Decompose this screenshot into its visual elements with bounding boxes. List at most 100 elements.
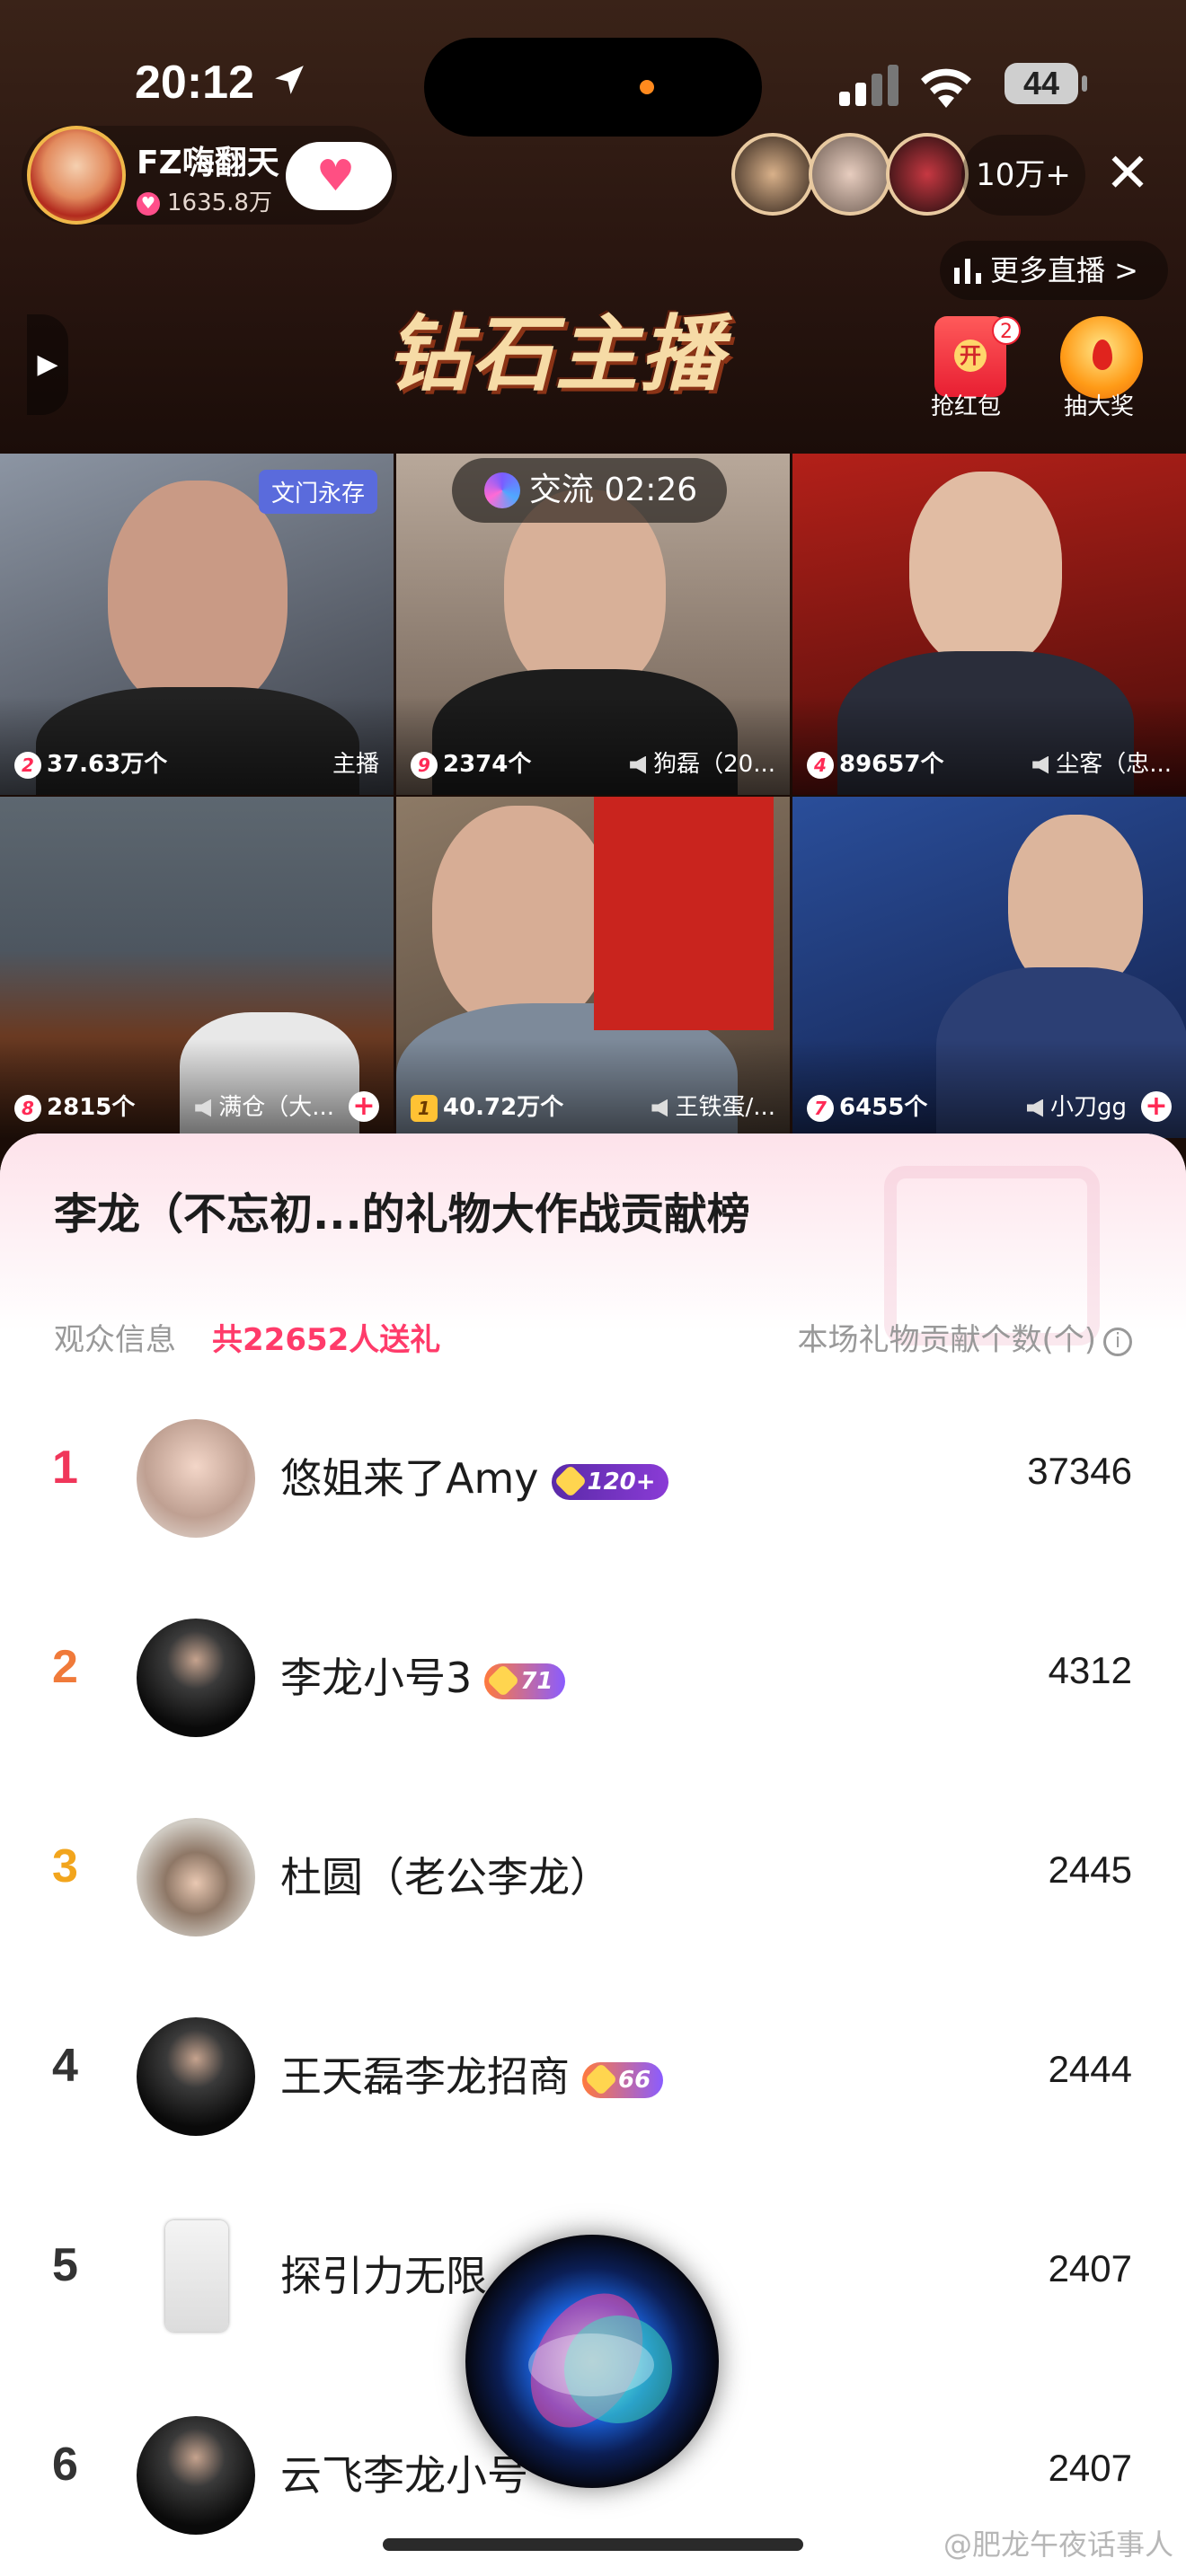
location-arrow-icon xyxy=(275,66,304,94)
more-live-label: 更多直播 > xyxy=(990,253,1138,287)
avatar[interactable] xyxy=(137,2416,255,2535)
battery-tip xyxy=(1082,75,1087,92)
rank-number: 2 xyxy=(52,1641,78,1693)
bar-chart-icon xyxy=(954,259,981,284)
gift-count: 2445 xyxy=(1048,1848,1132,1891)
mute-speaker-icon xyxy=(195,1098,212,1117)
tile-count: 40.72万个 xyxy=(443,1094,564,1121)
lottery-label[interactable]: 抽大奖 xyxy=(1064,388,1134,421)
audience-gift-count: 共22652人送礼 xyxy=(212,1322,441,1358)
heart-icon: ♥ xyxy=(137,191,160,216)
lottery-drop xyxy=(1093,340,1112,370)
list-item[interactable]: 3 杜圆（老公李龙） 2445 xyxy=(0,1802,1186,1945)
host-name: FZ嗨翻天 xyxy=(137,145,279,181)
tile-rank: 2 xyxy=(14,752,41,779)
user-name: 云飞李龙小号 xyxy=(280,2443,528,2502)
home-indicator[interactable] xyxy=(383,2538,803,2551)
watermark: @肥龙午夜话事人 xyxy=(943,2527,1173,2562)
info-icon[interactable]: i xyxy=(1103,1327,1132,1356)
dynamic-island xyxy=(424,38,762,137)
expand-play-icon[interactable]: ▶ xyxy=(27,314,68,415)
rank-number: 1 xyxy=(52,1442,78,1494)
user-name: 悠姐来了Amy 120+ xyxy=(280,1446,668,1505)
tile-host-label: 主播 xyxy=(332,751,379,778)
viewer-avatar[interactable] xyxy=(886,133,969,216)
viewer-avatar[interactable] xyxy=(809,133,891,216)
host-fans: ♥ 1635.8万 xyxy=(137,184,272,217)
rank-number: 3 xyxy=(52,1840,78,1892)
rank-number: 6 xyxy=(52,2439,78,2491)
tile-stats: 9 2374个 xyxy=(411,745,531,779)
tile-guest: 满仓（大... xyxy=(195,1089,334,1122)
level-badge: 71 xyxy=(484,1663,566,1699)
user-name: 王天磊李龙招商 66 xyxy=(280,2044,664,2104)
avatar[interactable] xyxy=(137,2017,255,2136)
user-name-text: 李龙小号3 xyxy=(280,1654,473,1702)
gift-count: 2444 xyxy=(1048,2048,1132,2090)
close-icon[interactable]: ✕ xyxy=(1098,144,1157,203)
tile-count: 2815个 xyxy=(47,1094,136,1121)
pk-timer: 交流 02:26 xyxy=(452,458,727,523)
tile-stats: 2 37.63万个 xyxy=(14,745,167,779)
gift-count: 4312 xyxy=(1048,1649,1132,1691)
host-tile-3[interactable]: 4 89657个 尘客（忠... xyxy=(792,454,1186,795)
avatar[interactable] xyxy=(137,1619,255,1737)
tile-stats: 7 6455个 xyxy=(807,1089,927,1122)
avatar[interactable] xyxy=(137,1419,255,1538)
contribution-header: 本场礼物贡献个数(个) i xyxy=(797,1315,1132,1359)
mute-speaker-icon xyxy=(651,1098,668,1117)
host-tile-1[interactable]: 文门永存 2 37.63万个 主播 xyxy=(0,454,394,795)
tile-person xyxy=(108,481,288,714)
red-packet-open: 开 xyxy=(954,340,987,372)
more-live-button[interactable]: 更多直播 > xyxy=(940,241,1168,300)
tile-guest: 尘客（忠... xyxy=(1032,745,1172,779)
tile-count: 2374个 xyxy=(443,751,532,778)
wifi-icon xyxy=(921,68,971,108)
list-item[interactable]: 4 王天磊李龙招商 66 2444 xyxy=(0,2001,1186,2145)
follow-button[interactable]: ♥ xyxy=(286,142,392,210)
gift-count: 2407 xyxy=(1048,2247,1132,2289)
gift-count: 2407 xyxy=(1048,2447,1132,2489)
status-time: 20:12 xyxy=(135,57,254,109)
tile-count: 37.63万个 xyxy=(47,751,168,778)
viewer-avatar[interactable] xyxy=(731,133,814,216)
host-tile-6[interactable]: 7 6455个 小刀gg + xyxy=(792,797,1186,1138)
host-avatar[interactable] xyxy=(27,126,126,225)
cellular-signal-icon xyxy=(839,65,898,106)
tile-guest: 王铁蛋/... xyxy=(651,1089,775,1122)
tile-guest-name: 王铁蛋/... xyxy=(675,1094,775,1121)
user-name: 探引力无限 xyxy=(280,2244,487,2303)
siri-petal xyxy=(528,2333,654,2396)
host-tile-5[interactable]: 1 40.72万个 王铁蛋/... xyxy=(396,797,790,1138)
red-packet-label[interactable]: 抢红包 xyxy=(931,388,1001,421)
tile-guest: 狗磊（20... xyxy=(630,745,775,779)
tile-rank: 4 xyxy=(807,752,834,779)
rank-number: 5 xyxy=(52,2239,78,2291)
tile-stats: 1 40.72万个 xyxy=(411,1089,563,1122)
multi-host-grid: 文门永存 2 37.63万个 主播 9 2374个 狗磊（20... 4 89657个… xyxy=(0,454,1186,1138)
avatar[interactable] xyxy=(137,1818,255,1936)
tile-add-button[interactable]: + xyxy=(349,1091,379,1122)
audience-info-tab[interactable]: 观众信息 xyxy=(54,1315,176,1359)
list-item[interactable]: 1 悠姐来了Amy 120+ 37346 xyxy=(0,1403,1186,1547)
tile-tag: 文门永存 xyxy=(258,470,377,514)
mute-speaker-icon xyxy=(630,755,647,774)
siri-orb[interactable] xyxy=(465,2235,719,2488)
level-badge: 120+ xyxy=(551,1463,668,1500)
list-item[interactable]: 2 李龙小号3 71 4312 xyxy=(0,1602,1186,1746)
viewer-count[interactable]: 10万+ xyxy=(961,135,1085,216)
user-name-text: 云飞李龙小号 xyxy=(280,2451,528,2500)
recording-dot-icon xyxy=(640,80,654,94)
contribution-label: 本场礼物贡献个数(个) xyxy=(797,1322,1096,1358)
tile-rank: 1 xyxy=(411,1095,438,1122)
sheet-title: 李龙（不忘初...的礼物大作战贡献榜 xyxy=(54,1189,750,1239)
lottery-icon[interactable] xyxy=(1060,316,1143,399)
avatar[interactable] xyxy=(137,2217,255,2335)
tile-guest-name: 满仓（大... xyxy=(218,1094,334,1121)
tile-guest-name: 尘客（忠... xyxy=(1056,751,1172,778)
host-tile-4[interactable]: 8 2815个 满仓（大... + xyxy=(0,797,394,1138)
tile-guest-name: 小刀gg xyxy=(1049,1094,1127,1121)
spark-icon xyxy=(484,472,520,508)
tile-stats: 8 2815个 xyxy=(14,1089,135,1122)
tile-add-button[interactable]: + xyxy=(1141,1091,1172,1122)
